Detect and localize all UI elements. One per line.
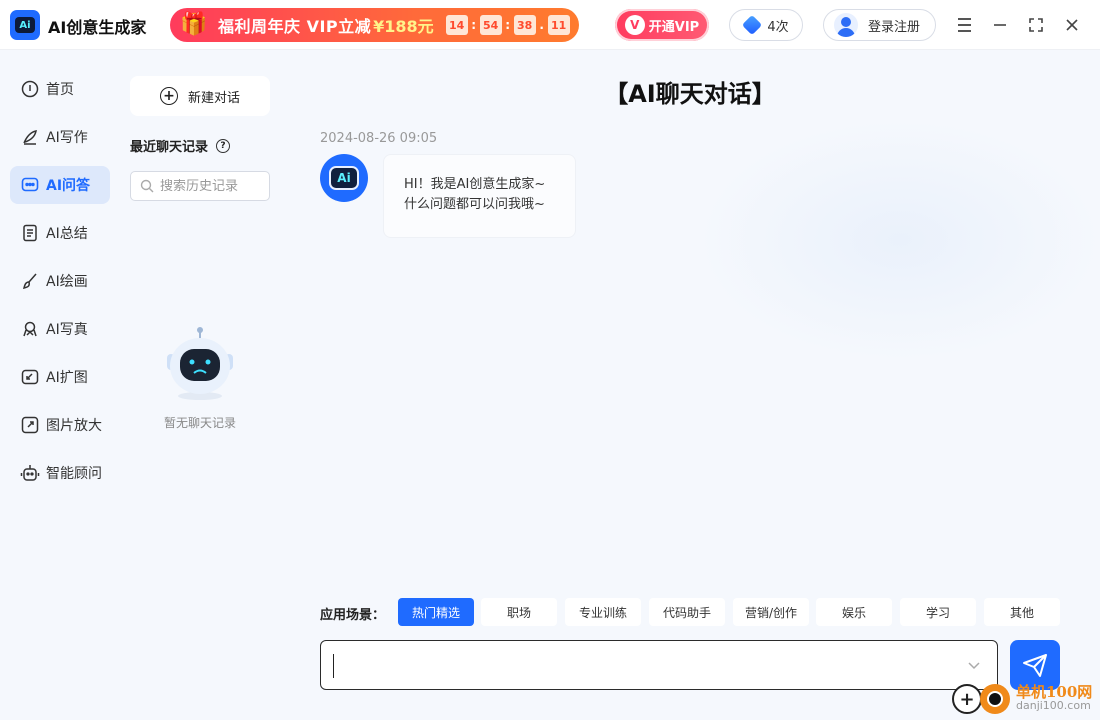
maximize-icon[interactable] (1024, 13, 1048, 37)
sidebar-item-label: AI写作 (46, 130, 88, 146)
scene-tab-entertainment[interactable]: 娱乐 (816, 598, 892, 626)
sidebar-item-label: AI总结 (46, 226, 88, 242)
chat-icon (20, 175, 40, 195)
watermark-en: danji100.com (1016, 699, 1091, 712)
site-watermark: + 单机100网 danji100.com (952, 678, 1098, 720)
recent-history-title: 最近聊天记录 ? (130, 136, 231, 155)
usage-count-label: 4次 (767, 19, 789, 35)
app-name: AI创意生成家 (48, 18, 147, 37)
message-timestamp: 2024-08-26 09:05 (320, 131, 438, 146)
promo-text: 福利周年庆 VIP立减 (218, 17, 372, 36)
scene-tab-workplace[interactable]: 职场 (481, 598, 557, 626)
open-vip-button[interactable]: V 开通VIP (615, 9, 709, 41)
watermark-cn: 单机100网 (1016, 683, 1093, 701)
history-panel: + 新建对话 最近聊天记录 ? 暂无聊天记录 (120, 50, 280, 720)
sidebar-item-ai-portrait[interactable]: AI写真 (10, 310, 110, 348)
empty-history-text: 暂无聊天记录 (163, 416, 236, 430)
sidebar-item-label: AI绘画 (46, 274, 88, 290)
menu-icon[interactable] (952, 13, 976, 37)
vip-icon: V (624, 15, 645, 35)
bot-avatar: Ai (320, 154, 368, 202)
scene-tab-study[interactable]: 学习 (900, 598, 976, 626)
plus-icon: + (952, 684, 982, 714)
sidebar-item-ai-writing[interactable]: AI写作 (10, 118, 110, 156)
sidebar-item-label: AI扩图 (46, 370, 88, 386)
login-register-button[interactable]: 登录注册 (823, 9, 936, 41)
sidebar-item-ai-expand[interactable]: AI扩图 (10, 358, 110, 396)
portrait-icon (20, 319, 40, 339)
watermark-logo-icon (980, 684, 1010, 714)
chat-input-box[interactable] (320, 640, 998, 690)
help-icon[interactable]: ? (216, 138, 231, 153)
scene-tab-hot[interactable]: 热门精选 (398, 598, 474, 626)
sad-robot-icon (167, 327, 233, 400)
sidebar-item-ai-qa[interactable]: AI问答 (10, 166, 110, 204)
scene-tab-training[interactable]: 专业训练 (565, 598, 641, 626)
sidebar-item-ai-summary[interactable]: AI总结 (10, 214, 110, 252)
app-logo-mark: Ai (15, 17, 35, 33)
gift-icon: 🎁 (180, 12, 208, 37)
sidebar-item-home[interactable]: 首页 (10, 70, 110, 108)
bot-message-line: HI！我是AI创意生成家~ (404, 177, 546, 192)
history-search[interactable] (130, 171, 270, 201)
countdown-centiseconds: 11 (547, 15, 570, 35)
page-title: 【AI聊天对话】 (604, 80, 776, 108)
chat-main: 【AI聊天对话】 2024-08-26 09:05 Ai HI！我是AI创意生成… (280, 50, 1100, 720)
sidebar-item-label: 智能顾问 (46, 466, 102, 482)
sidebar-item-label: 首页 (46, 82, 74, 98)
close-icon[interactable] (1060, 13, 1084, 37)
login-label: 登录注册 (868, 19, 921, 35)
home-icon (20, 79, 40, 99)
sidebar-nav: 首页 AI写作 AI问答 AI总结 AI绘画 AI写真 AI扩图 图片放大 智能… (0, 50, 120, 720)
scene-label: 应用场景： (320, 608, 386, 623)
vip-label: 开通VIP (648, 19, 700, 35)
scene-tab-other[interactable]: 其他 (984, 598, 1060, 626)
zoom-image-icon (20, 415, 40, 435)
history-search-input[interactable] (160, 178, 260, 194)
user-avatar-icon (834, 13, 858, 37)
countdown-hours: 14 (445, 15, 468, 35)
countdown-minutes: 54 (479, 15, 502, 35)
cube-icon (742, 14, 763, 36)
countdown-seconds: 38 (513, 15, 536, 35)
bot-avatar-mark: Ai (329, 166, 359, 190)
chevron-down-icon[interactable] (967, 658, 981, 672)
new-chat-label: 新建对话 (187, 90, 240, 106)
pen-icon (20, 127, 40, 147)
scene-tab-marketing[interactable]: 营销/创作 (733, 598, 809, 626)
scene-tab-code[interactable]: 代码助手 (649, 598, 725, 626)
chat-input[interactable] (333, 654, 953, 678)
expand-image-icon (20, 367, 40, 387)
bot-message-bubble: HI！我是AI创意生成家~ 什么问题都可以问我哦~ (383, 154, 576, 238)
bot-message-line: 什么问题都可以问我哦~ (404, 197, 545, 212)
new-chat-button[interactable]: + 新建对话 (130, 76, 270, 116)
sidebar-item-smart-advisor[interactable]: 智能顾问 (10, 454, 110, 492)
promo-banner[interactable]: 🎁 福利周年庆 VIP立减 ¥188元 14 : 54 : 38 . 11 (170, 8, 579, 42)
document-icon (20, 223, 40, 243)
sidebar-item-label: AI问答 (46, 178, 91, 194)
brush-icon (20, 271, 40, 291)
sidebar-item-ai-painting[interactable]: AI绘画 (10, 262, 110, 300)
promo-price: ¥188元 (373, 17, 434, 36)
paper-plane-icon (1023, 654, 1047, 677)
app-logo: Ai (10, 10, 40, 40)
robot-icon (20, 463, 40, 483)
title-bar: Ai AI创意生成家 🎁 福利周年庆 VIP立减 ¥188元 14 : 54 :… (0, 0, 1100, 50)
sidebar-item-label: 图片放大 (46, 418, 102, 434)
search-icon (140, 179, 154, 193)
minimize-icon[interactable] (988, 13, 1012, 37)
sidebar-item-label: AI写真 (46, 322, 88, 338)
usage-count-button[interactable]: 4次 (729, 9, 803, 41)
promo-countdown: 14 : 54 : 38 . 11 (445, 15, 570, 35)
sidebar-item-image-upscale[interactable]: 图片放大 (10, 406, 110, 444)
plus-circle-icon: + (159, 87, 178, 105)
